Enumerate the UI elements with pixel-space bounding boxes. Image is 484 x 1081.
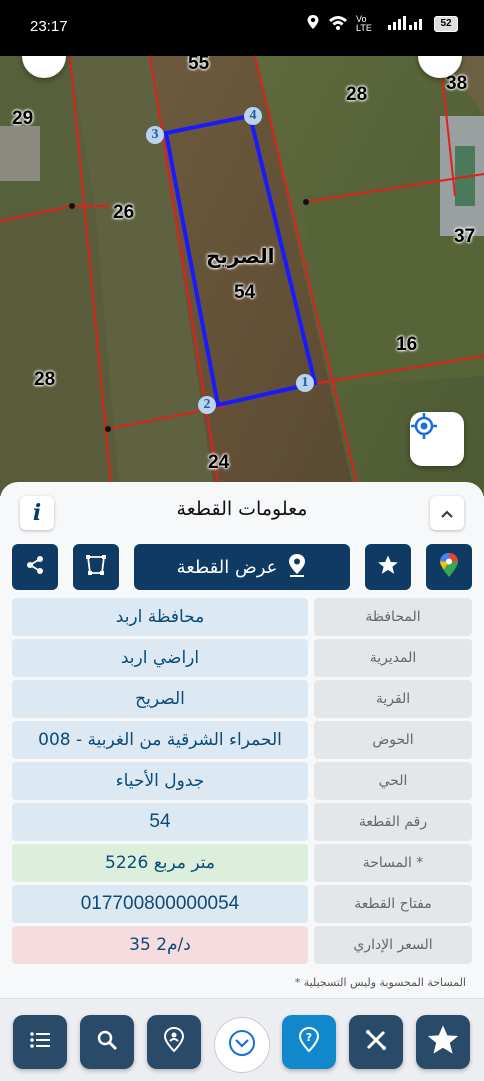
- bottom-toolbar: ?: [0, 998, 484, 1081]
- action-bar: عرض القطعة: [12, 544, 472, 590]
- detail-row-directorate: اراضي اربد المديرية: [12, 639, 472, 677]
- detail-row-parcel-key: 017700800000054 مفتاح القطعة: [12, 885, 472, 923]
- map-pin-icon: [287, 553, 307, 581]
- google-maps-icon: [438, 552, 460, 582]
- ruler-pencil-icon: [364, 1028, 388, 1056]
- status-icons: Vo LTE 52: [306, 14, 458, 33]
- status-bar: 23:17 Vo LTE 52: [0, 0, 484, 56]
- parcel-vertex: 4: [244, 107, 262, 125]
- detail-value: 35 د/م2: [12, 926, 308, 964]
- star-icon: [377, 554, 399, 580]
- detail-row-admin-price: 35 د/م2 السعر الإداري: [12, 926, 472, 964]
- search-button[interactable]: [80, 1015, 134, 1069]
- parcel-vertex: 2: [198, 396, 216, 414]
- parcel-shape-button[interactable]: [73, 544, 119, 590]
- view-parcel-button[interactable]: عرض القطعة: [134, 544, 350, 590]
- parcel-label: 55: [188, 56, 210, 74]
- detail-label: الحي: [314, 762, 472, 800]
- area-footnote: * المساحة المحسوبة وليس التسجيلية: [294, 976, 466, 989]
- share-icon: [24, 554, 46, 580]
- detail-value: الحمراء الشرقية من الغربية - 008: [12, 721, 308, 759]
- signal-icon: [388, 15, 426, 33]
- question-pin-icon: ?: [298, 1026, 320, 1057]
- detail-value: محافظة اربد: [12, 598, 308, 636]
- selected-parcel-name: الصريح: [206, 244, 275, 268]
- parcel-label: 29: [12, 108, 34, 129]
- google-maps-button[interactable]: [426, 544, 472, 590]
- favorite-button[interactable]: [365, 544, 411, 590]
- person-pin-icon: [163, 1026, 185, 1057]
- parcel-label: 26: [113, 202, 135, 223]
- detail-row-neighborhood: جدول الأحياء الحي: [12, 762, 472, 800]
- parcel-label: 37: [454, 226, 476, 247]
- detail-value: 5226 متر مربع: [12, 844, 308, 882]
- view-parcel-label: عرض القطعة: [176, 556, 278, 578]
- detail-row-governorate: محافظة اربد المحافظة: [12, 598, 472, 636]
- parcel-label: 28: [34, 369, 56, 390]
- detail-label: المحافظة: [314, 598, 472, 636]
- parcel-label: 24: [208, 452, 230, 473]
- chevron-up-icon: [440, 504, 454, 523]
- measure-tools-button[interactable]: [349, 1015, 403, 1069]
- share-button[interactable]: [12, 544, 58, 590]
- detail-label: المساحة *: [314, 844, 472, 882]
- detail-value: جدول الأحياء: [12, 762, 308, 800]
- help-location-button[interactable]: ?: [282, 1015, 336, 1069]
- wifi-icon: [328, 15, 348, 33]
- map-view[interactable]: 55 28 38 29 26 37 16 28 24 الصريح 54 1 2…: [0, 56, 484, 496]
- star-icon: [426, 1023, 460, 1061]
- detail-label: السعر الإداري: [314, 926, 472, 964]
- detail-row-village: الصريح القرية: [12, 680, 472, 718]
- svg-text:?: ?: [306, 1031, 312, 1044]
- location-icon: [306, 14, 320, 33]
- detail-value: الصريح: [12, 680, 308, 718]
- parcel-vertex: 1: [296, 374, 314, 392]
- list-icon: [28, 1030, 52, 1054]
- detail-value: 54: [12, 803, 308, 841]
- detail-value[interactable]: 017700800000054: [12, 885, 308, 923]
- network-type-label: Vo LTE: [356, 13, 372, 33]
- selected-parcel-number: 54: [234, 282, 256, 303]
- detail-label: الحوض: [314, 721, 472, 759]
- parcel-label: 38: [446, 73, 468, 94]
- detail-label: القرية: [314, 680, 472, 718]
- status-time: 23:17: [30, 18, 68, 35]
- detail-label: مفتاح القطعة: [314, 885, 472, 923]
- list-button[interactable]: [13, 1015, 67, 1069]
- parcel-label: 16: [396, 334, 418, 355]
- location-pin-button[interactable]: [147, 1015, 201, 1069]
- parcel-info-panel: i معلومات القطعة عرض القطعة محافظة اربد …: [0, 482, 484, 1080]
- search-icon: [96, 1029, 118, 1055]
- collapse-button[interactable]: [430, 496, 464, 530]
- panel-title: معلومات القطعة: [176, 498, 308, 520]
- detail-row-parcel-number: 54 رقم القطعة: [12, 803, 472, 841]
- detail-row-area: 5226 متر مربع المساحة *: [12, 844, 472, 882]
- my-location-button[interactable]: [410, 412, 464, 466]
- favorites-button[interactable]: [416, 1015, 470, 1069]
- detail-row-basin: الحمراء الشرقية من الغربية - 008 الحوض: [12, 721, 472, 759]
- chevron-down-icon: [228, 1029, 256, 1061]
- parcel-vertex: 3: [146, 126, 164, 144]
- panel-header: i معلومات القطعة: [0, 482, 484, 538]
- collapse-toolbar-button[interactable]: [214, 1017, 270, 1073]
- detail-value: اراضي اربد: [12, 639, 308, 677]
- battery-icon: 52: [434, 15, 458, 32]
- parcel-label: 28: [346, 84, 368, 105]
- detail-label: رقم القطعة: [314, 803, 472, 841]
- polygon-icon: [85, 554, 107, 580]
- detail-label: المديرية: [314, 639, 472, 677]
